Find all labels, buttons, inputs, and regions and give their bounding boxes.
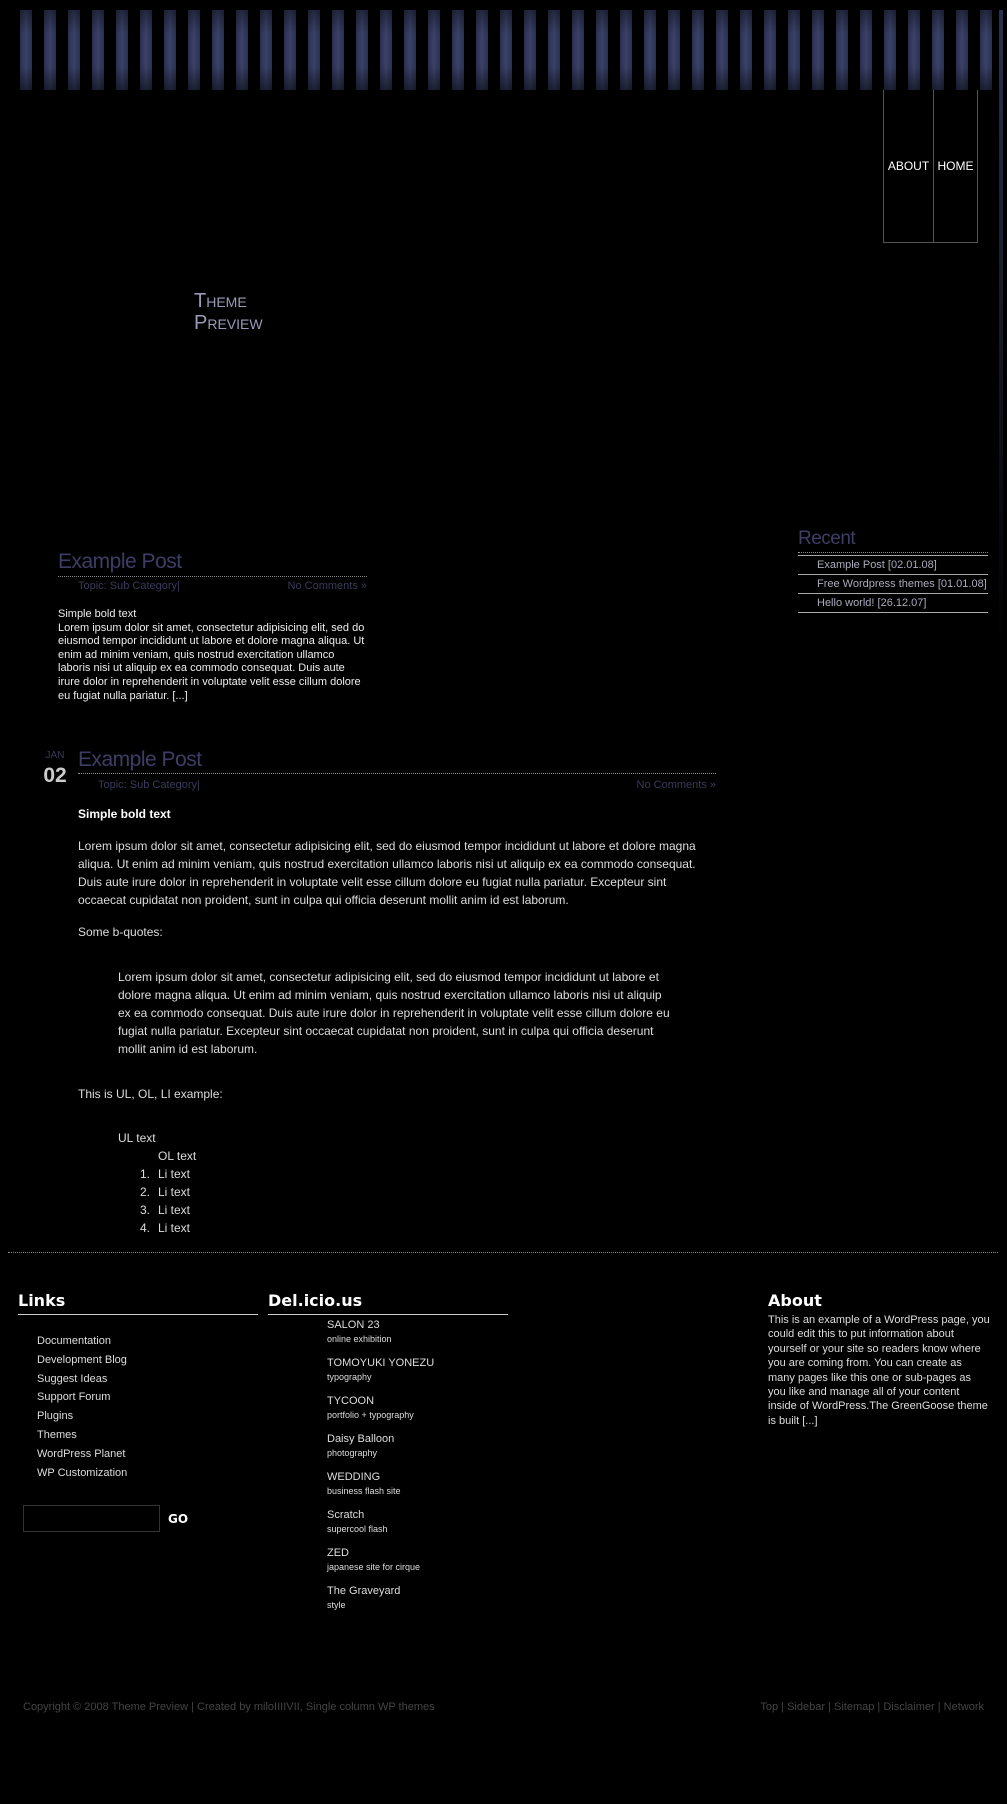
site-title[interactable]: Theme Preview — [194, 290, 263, 334]
list-number: 2. — [140, 1185, 151, 1199]
post-topic[interactable]: Topic: Sub Category| — [78, 580, 180, 592]
delicious-desc: supercool flash — [327, 1524, 388, 1534]
about-text: This is an example of a WordPress page, … — [768, 1314, 990, 1427]
separator: | — [934, 1701, 944, 1713]
list-item: 3. Li text — [140, 1201, 716, 1219]
footer-link[interactable]: Documentation — [37, 1335, 258, 1354]
date-month: JAN — [45, 750, 65, 761]
delicious-desc: style — [327, 1600, 346, 1610]
bottom-links: Top | Sidebar | Sitemap | Disclaimer | N… — [760, 1701, 984, 1713]
bquote-intro: Some b-quotes: — [78, 925, 163, 939]
title-line: Preview — [194, 312, 263, 334]
delicious-desc: japanese site for cirque — [327, 1562, 421, 1572]
delicious-widget: Del.icio.us SALON 23 online exhibition TOM… — [268, 1291, 508, 1623]
footer-link[interactable]: Suggest Ideas — [37, 1373, 258, 1392]
post-title[interactable]: Example Post — [58, 550, 367, 574]
delicious-desc: portfolio + typography — [327, 1410, 414, 1420]
nav-about[interactable]: ABOUT — [883, 90, 934, 243]
about-widget: About This is an example of a WordPress … — [768, 1291, 990, 1428]
footer-link[interactable]: WP Customization — [37, 1467, 258, 1486]
post-comments-link[interactable]: No Comments » — [637, 779, 716, 791]
list-intro: This is UL, OL, LI example: — [78, 1087, 223, 1101]
list-number: 3. — [140, 1203, 151, 1217]
go-button[interactable]: GO — [168, 1512, 188, 1526]
nav-home[interactable]: HOME — [933, 90, 978, 243]
bold-text: Simple bold text — [58, 608, 137, 620]
separator: | — [778, 1701, 788, 1713]
delicious-title: Del.icio.us — [268, 1291, 363, 1310]
footer-divider — [8, 1252, 998, 1253]
recent-widget: Recent Example Post [02.01.08] Free Wordp… — [798, 528, 988, 613]
post-comments-link[interactable]: No Comments » — [288, 580, 367, 592]
post-date: JAN 02 — [40, 750, 70, 788]
date-day: 02 — [43, 764, 67, 787]
list-text: Li text — [158, 1203, 191, 1217]
title-line: Theme — [194, 290, 247, 312]
delicious-link[interactable]: SALON 23 — [327, 1319, 508, 1331]
separator: | — [825, 1701, 834, 1713]
footer-link[interactable]: Themes — [37, 1429, 258, 1448]
list-text: Li text — [158, 1167, 191, 1181]
delicious-desc: photography — [327, 1448, 378, 1458]
recent-item[interactable]: Example Post [02.01.08] — [798, 556, 988, 575]
post-paragraph: Lorem ipsum dolor sit amet, consectetur … — [78, 839, 696, 907]
post-title[interactable]: Example Post — [78, 748, 716, 772]
recent-title: Recent — [798, 528, 856, 549]
delicious-link[interactable]: ZED — [327, 1547, 508, 1559]
delicious-desc: online exhibition — [327, 1334, 392, 1344]
list-text: Li text — [158, 1221, 191, 1235]
post-topic[interactable]: Topic: Sub Category| — [98, 779, 200, 791]
delicious-desc: typography — [327, 1372, 372, 1382]
delicious-link[interactable]: Daisy Balloon — [327, 1433, 508, 1445]
delicious-link[interactable]: Scratch — [327, 1509, 508, 1521]
ol-text: OL text — [158, 1149, 197, 1163]
list-item: 1. Li text — [140, 1165, 716, 1183]
blockquote: Lorem ipsum dolor sit amet, consectetur … — [118, 970, 670, 1056]
ul-text: UL text — [118, 1131, 156, 1145]
delicious-link[interactable]: TOMOYUKI YONEZU — [327, 1357, 508, 1369]
post-full: Example Post Topic: Sub Category| No Com… — [78, 748, 716, 1237]
recent-item[interactable]: Free Wordpress themes [01.01.08] — [798, 575, 988, 594]
post-excerpt: Example Post Topic: Sub Category| No Com… — [58, 550, 367, 703]
bottom-link-network[interactable]: Network — [944, 1701, 984, 1713]
copyright: Copyright © 2008 Theme Preview | Created… — [23, 1701, 435, 1713]
bottom-link-sidebar[interactable]: Sidebar — [787, 1701, 825, 1713]
side-gradient-line — [999, 10, 1003, 650]
bottom-link-sitemap[interactable]: Sitemap — [834, 1701, 874, 1713]
recent-item[interactable]: Hello world! [26.12.07] — [798, 594, 988, 613]
footer-link[interactable]: Support Forum — [37, 1391, 258, 1410]
list-number: 4. — [140, 1221, 151, 1235]
list-item: 2. Li text — [140, 1183, 716, 1201]
delicious-link[interactable]: TYCOON — [327, 1395, 508, 1407]
delicious-link[interactable]: The Graveyard — [327, 1585, 508, 1597]
header-stripes — [8, 10, 1000, 90]
footer-link[interactable]: Development Blog — [37, 1354, 258, 1373]
list-item: 4. Li text — [140, 1219, 716, 1237]
post-body: Lorem ipsum dolor sit amet, consectetur … — [58, 621, 365, 702]
separator: | — [874, 1701, 884, 1713]
bottom-link-disclaimer[interactable]: Disclaimer — [883, 1701, 934, 1713]
links-title: Links — [18, 1291, 66, 1310]
footer-link[interactable]: WordPress Planet — [37, 1448, 258, 1467]
bottom-link-top[interactable]: Top — [760, 1701, 778, 1713]
delicious-link[interactable]: WEDDING — [327, 1471, 508, 1483]
about-title: About — [768, 1291, 822, 1310]
bold-text: Simple bold text — [78, 807, 171, 821]
list-text: Li text — [158, 1185, 191, 1199]
footer-link[interactable]: Plugins — [37, 1410, 258, 1429]
list-number: 1. — [140, 1167, 151, 1181]
delicious-desc: business flash site — [327, 1486, 401, 1496]
search-input[interactable] — [23, 1505, 160, 1532]
links-widget: Links Documentation Development Blog Sugge… — [18, 1291, 258, 1485]
